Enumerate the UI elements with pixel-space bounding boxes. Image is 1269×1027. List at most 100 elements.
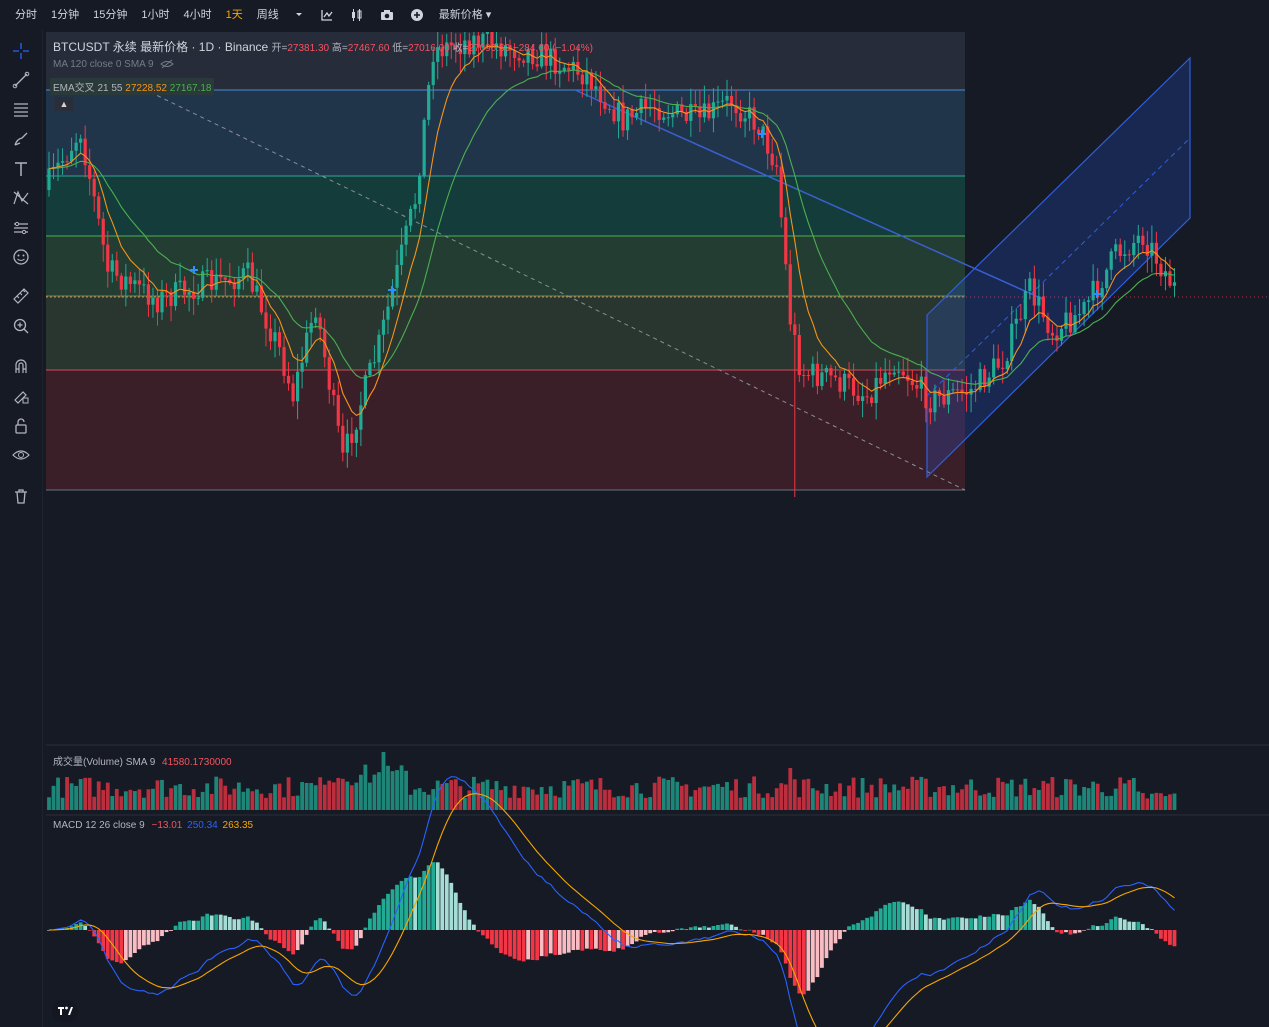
macd-histogram-bar [223, 915, 228, 930]
volume-bar [675, 781, 680, 810]
volume-bar [241, 791, 246, 810]
collapse-legend-button[interactable]: ▲ [54, 97, 74, 111]
macd-label: MACD 12 26 close 9 [53, 820, 145, 831]
candle-body [838, 377, 842, 392]
symbol-name[interactable]: BTCUSDT 永续 最新价格 [53, 40, 188, 54]
volume-legend[interactable]: 成交量(Volume) SMA 9 41580.1730000 [53, 753, 232, 768]
candle-body [580, 74, 584, 85]
macd-histogram-bar [557, 930, 562, 955]
macd-histogram-bar [1113, 916, 1118, 930]
volume-bar [589, 779, 594, 810]
volume-bar [720, 786, 725, 810]
macd-histogram-bar [1109, 919, 1114, 930]
macd-histogram-bar [526, 930, 531, 960]
macd-histogram-bar [453, 892, 458, 930]
volume-bar [164, 796, 169, 810]
volume-bar [562, 781, 567, 810]
ema-slow-value: 27167.18 [169, 83, 212, 94]
volume-bar [856, 797, 860, 810]
volume-bar [273, 784, 277, 810]
macd-histogram-bar [1055, 930, 1059, 933]
volume-bar [1145, 798, 1150, 810]
macd-histogram-bar [1145, 928, 1150, 930]
close-value: 27096.60 [468, 43, 511, 54]
ma-legend[interactable]: MA 120 close 0 SMA 9 [53, 59, 175, 70]
volume-bar [101, 790, 106, 810]
macd-histogram-bar [372, 912, 377, 930]
macd-histogram-bar [218, 914, 223, 930]
volume-bar [535, 794, 540, 810]
volume-bar [449, 780, 454, 810]
low-label: 低= [392, 43, 409, 54]
ema-legend[interactable]: EMA交叉 21 55 27228.52 27167.18 [50, 78, 215, 95]
volume-bar [508, 797, 512, 810]
volume-bar [340, 778, 345, 810]
candle-body [1100, 288, 1104, 298]
macd-histogram-bar [471, 924, 476, 930]
volume-bar [381, 752, 386, 810]
macd-histogram-bar [946, 918, 951, 930]
volume-bar [951, 785, 955, 810]
volume-bar [223, 785, 228, 810]
volume-bar [169, 788, 173, 810]
macd-histogram-bar [481, 930, 485, 936]
volume-bar [422, 791, 427, 810]
macd-histogram-bar [386, 893, 390, 930]
volume-bar [1005, 783, 1010, 810]
candle-body [110, 260, 114, 272]
volume-bar [1068, 779, 1073, 810]
volume-bar [991, 796, 996, 810]
volume-bar [603, 789, 607, 810]
volume-bar [196, 797, 201, 810]
candle-body [635, 113, 639, 118]
macd-histogram-bar [634, 930, 639, 942]
macd-histogram-bar [621, 930, 625, 950]
volume-bar [178, 784, 182, 810]
candle-body [770, 153, 774, 166]
macd-histogram-bar [973, 918, 978, 930]
volume-bar [648, 797, 653, 810]
candle-body [802, 375, 806, 376]
macd-histogram-bar [114, 930, 119, 963]
candle-body [201, 271, 205, 298]
volume-bar [137, 789, 142, 810]
tradingview-logo[interactable] [52, 1000, 78, 1022]
candle-body [1064, 312, 1068, 329]
eye-off-icon[interactable] [160, 59, 175, 69]
volume-bar [978, 795, 983, 810]
volume-bar [1154, 792, 1159, 810]
candle-body [603, 102, 607, 109]
volume-bar [182, 795, 187, 810]
macd-histogram-bar [250, 920, 255, 930]
high-label: 高= [331, 43, 348, 54]
candle-body [897, 371, 901, 373]
candle-body [585, 72, 589, 85]
candle-body [223, 277, 227, 280]
volume-bar [707, 786, 711, 810]
macd-histogram-bar [697, 927, 702, 930]
volume-bar [697, 787, 702, 810]
candle-body [399, 244, 404, 265]
volume-bar [494, 781, 499, 810]
candle-body [675, 104, 679, 115]
candle-body [74, 142, 78, 151]
candle-body [282, 347, 286, 376]
price-chart[interactable] [0, 0, 1269, 1027]
volume-bar [580, 783, 585, 810]
volume-bar [1109, 795, 1114, 810]
macd-histogram-bar [435, 862, 440, 930]
volume-bar [820, 793, 824, 810]
macd-histogram-bar [951, 917, 955, 930]
candle-body [1118, 244, 1122, 256]
candle-body [738, 113, 743, 122]
macd-histogram-bar [142, 930, 146, 946]
volume-bar [987, 792, 992, 810]
macd-histogram-bar [368, 918, 372, 930]
macd-histogram-bar [987, 916, 992, 930]
macd-legend[interactable]: MACD 12 26 close 9 −13.01 250.34 263.35 [53, 820, 253, 831]
volume-bar [92, 796, 97, 810]
volume-bar [336, 777, 341, 810]
macd-histogram-bar [869, 916, 874, 930]
macd-histogram-bar [901, 902, 906, 930]
volume-bar [1159, 793, 1163, 810]
